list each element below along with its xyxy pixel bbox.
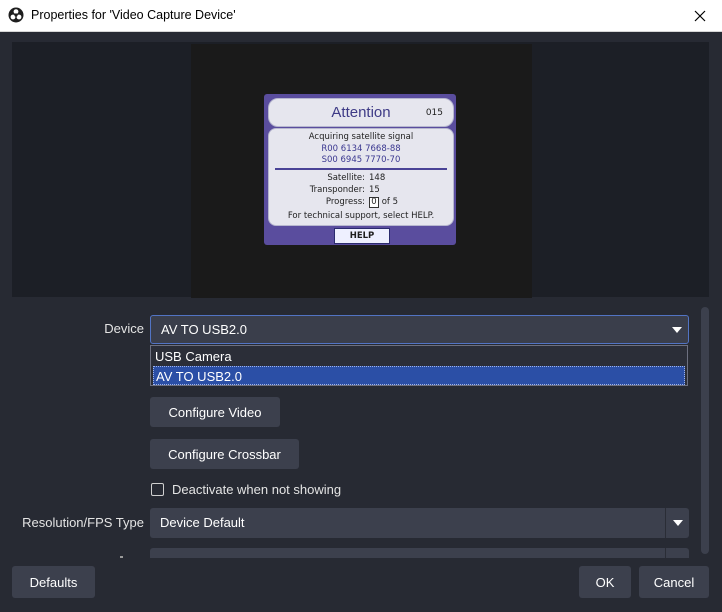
- deactivate-label[interactable]: Deactivate when not showing: [172, 482, 341, 497]
- resolution-select[interactable]: Device Default: [150, 508, 689, 538]
- device-option-av-to-usb[interactable]: AV TO USB2.0: [153, 366, 685, 385]
- tv-progress-row: Progress: 0 of 5: [326, 197, 399, 208]
- device-select[interactable]: AV TO USB2.0: [150, 315, 689, 344]
- next-setting-arrow: [665, 548, 689, 558]
- tv-transponder-label: Transponder:: [309, 185, 365, 195]
- tv-line-s: S00 6945 7770-70: [321, 155, 401, 165]
- tv-header: Attention 015: [268, 98, 454, 127]
- deactivate-checkbox[interactable]: [151, 483, 164, 496]
- resolution-label: Resolution/FPS Type: [22, 515, 144, 530]
- tv-separator: [275, 168, 447, 170]
- properties-scrollbar[interactable]: [700, 305, 710, 555]
- configure-crossbar-button[interactable]: Configure Crossbar: [150, 439, 299, 469]
- scrollbar-thumb[interactable]: [701, 307, 709, 554]
- defaults-button[interactable]: Defaults: [12, 566, 95, 598]
- window-title: Properties for 'Video Capture Device': [31, 8, 236, 22]
- tv-header-number: 015: [425, 108, 443, 118]
- close-icon: [694, 10, 706, 21]
- tv-attention-dialog: Attention 015 Acquiring satellite signal…: [264, 94, 456, 245]
- title-bar: Properties for 'Video Capture Device': [0, 0, 722, 32]
- next-setting-select-clipped[interactable]: [150, 548, 689, 558]
- tv-help-button: HELP: [334, 228, 390, 244]
- footer-divider: [0, 558, 722, 559]
- resolution-select-value: Device Default: [160, 515, 245, 530]
- device-label: Device: [104, 321, 144, 336]
- device-select-value: AV TO USB2.0: [161, 322, 247, 337]
- device-select-arrow[interactable]: [665, 316, 688, 343]
- device-option-usb-camera[interactable]: USB Camera: [153, 347, 685, 366]
- close-button[interactable]: [678, 0, 722, 31]
- tv-satellite-label: Satellite:: [327, 173, 365, 183]
- tv-progress-current: 0: [369, 197, 379, 208]
- tv-satellite-row: Satellite: 148: [327, 173, 386, 183]
- chevron-down-icon: [671, 326, 682, 333]
- video-preview-frame: Attention 015 Acquiring satellite signal…: [191, 44, 532, 298]
- tv-line-r: R00 6134 7668-88: [321, 144, 401, 154]
- tv-progress-of: of 5: [381, 197, 399, 207]
- tv-progress-label: Progress:: [325, 197, 365, 207]
- tv-body: Acquiring satellite signal R00 6134 7668…: [268, 128, 454, 226]
- chevron-down-icon: [672, 520, 683, 526]
- tv-line-acquiring: Acquiring satellite signal: [308, 132, 414, 142]
- tv-support-text: For technical support, select HELP.: [287, 211, 435, 221]
- obs-logo-icon: [8, 7, 24, 23]
- tv-transponder-row: Transponder: 15: [310, 185, 380, 195]
- configure-video-button[interactable]: Configure Video: [150, 397, 280, 427]
- tv-transponder-value: 15: [369, 185, 380, 195]
- resolution-select-arrow[interactable]: [665, 508, 689, 538]
- cancel-button[interactable]: Cancel: [639, 566, 709, 598]
- device-dropdown-list: USB Camera AV TO USB2.0: [150, 345, 688, 386]
- tv-satellite-value: 148: [369, 173, 386, 183]
- ok-button[interactable]: OK: [579, 566, 631, 598]
